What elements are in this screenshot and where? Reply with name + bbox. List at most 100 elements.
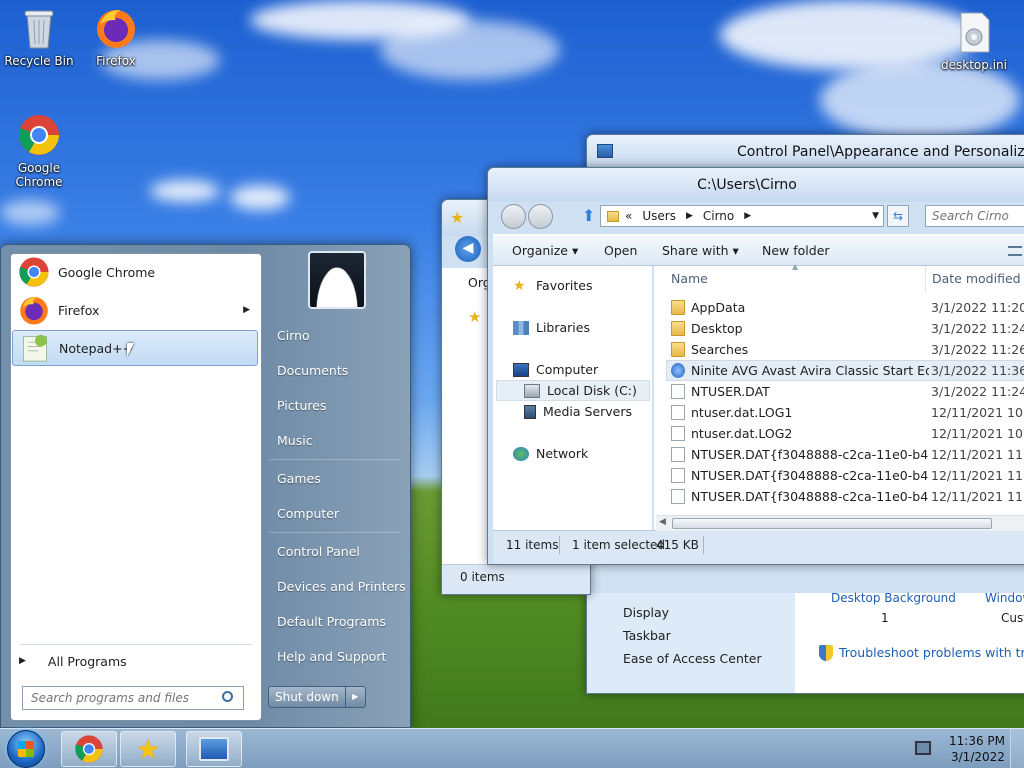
desktop-icon-chrome[interactable]: Google Chrome	[1, 113, 77, 189]
arrow-right-icon: ▶	[19, 656, 26, 666]
start-link-control-panel[interactable]: Control Panel	[277, 544, 360, 559]
folder-icon	[671, 300, 685, 315]
refresh-button[interactable]: ⇆	[887, 205, 909, 227]
share-with-menu[interactable]: Share with ▾	[662, 243, 739, 258]
user-avatar[interactable]	[308, 251, 366, 309]
cust-label: Cust	[1001, 611, 1024, 625]
taskbar-favorites-window[interactable]: ★	[120, 731, 176, 767]
taskbar-chrome[interactable]	[61, 731, 117, 767]
desktop-icon-label: Google Chrome	[15, 161, 63, 189]
desktop-icon-desktop-ini[interactable]: desktop.ini	[936, 10, 1012, 72]
shutdown-button[interactable]: Shut down	[268, 686, 346, 708]
back-button[interactable]	[501, 204, 526, 229]
nav-favorites[interactable]: ★ Favorites	[513, 278, 592, 293]
forward-button[interactable]	[528, 204, 553, 229]
breadcrumb-overflow[interactable]: «	[625, 209, 632, 223]
windows-logo-icon	[18, 741, 34, 757]
recycle-bin-icon	[24, 10, 54, 49]
sidebar-link-display[interactable]: Display	[623, 605, 669, 620]
view-options-icon[interactable]	[1008, 246, 1022, 256]
file-row[interactable]: NTUSER.DAT{f3048888-c2ca-11e0-b479-...12…	[671, 465, 1024, 486]
shutdown-options-arrow-icon[interactable]: ▶	[345, 686, 366, 708]
back-arrow-icon[interactable]: ◀	[455, 236, 481, 262]
start-search-input[interactable]	[22, 686, 244, 710]
start-link-pictures[interactable]: Pictures	[277, 398, 327, 413]
nav-buttons	[501, 204, 553, 229]
start-link-games[interactable]: Games	[277, 471, 321, 486]
desktop-icon-label: desktop.ini	[941, 58, 1007, 72]
desktop-background-link[interactable]: Desktop Background	[831, 591, 956, 605]
file-row[interactable]: Desktop3/1/2022 11:24 PM	[671, 318, 1024, 339]
shield-icon	[819, 645, 833, 661]
file-row[interactable]: NTUSER.DAT{f3048888-c2ca-11e0-b479-...12…	[671, 486, 1024, 507]
user-silhouette-icon	[316, 267, 358, 307]
file-row[interactable]: ntuser.dat.LOG212/11/2021 10:47	[671, 423, 1024, 444]
file-icon	[671, 447, 685, 462]
horizontal-scrollbar[interactable]: ◀	[656, 515, 1024, 531]
desktop-icon-firefox[interactable]: Firefox	[78, 6, 154, 68]
nav-libraries[interactable]: Libraries	[513, 320, 590, 335]
desktop-icon-recycle-bin[interactable]: Recycle Bin	[1, 6, 77, 68]
folder-icon	[671, 321, 685, 336]
start-program-chrome[interactable]: Google Chrome	[12, 254, 258, 290]
show-desktop-button[interactable]	[1010, 729, 1024, 768]
sidebar-link-ease-of-access[interactable]: Ease of Access Center	[623, 651, 762, 666]
file-icon	[671, 426, 685, 441]
selection-size: 415 KB	[656, 538, 699, 552]
start-link-user[interactable]: Cirno	[277, 328, 310, 343]
explorer-titlebar[interactable]: C:\Users\Cirno	[488, 168, 1024, 202]
nav-network[interactable]: Network	[513, 446, 588, 461]
submenu-arrow-icon[interactable]: ▶	[243, 305, 250, 315]
start-link-help-support[interactable]: Help and Support	[277, 649, 386, 664]
open-button[interactable]: Open	[604, 243, 637, 258]
breadcrumb-separator: ▶	[744, 211, 752, 221]
mouse-cursor-icon	[127, 343, 134, 357]
file-row[interactable]: Ninite AVG Avast Avira Classic Start Edg…	[671, 360, 1024, 381]
start-link-default-programs[interactable]: Default Programs	[277, 614, 386, 629]
start-link-music[interactable]: Music	[277, 433, 313, 448]
file-row[interactable]: NTUSER.DAT3/1/2022 11:24 PM	[671, 381, 1024, 402]
all-programs-button[interactable]: ▶ All Programs	[19, 650, 249, 672]
item-count: 11 items	[506, 538, 559, 552]
shutdown-button-group: Shut down ▶	[268, 686, 366, 708]
scroll-left-icon[interactable]: ◀	[659, 517, 666, 527]
control-panel-main	[795, 593, 1024, 693]
start-link-devices-printers[interactable]: Devices and Printers	[277, 579, 406, 594]
file-row[interactable]: Searches3/1/2022 11:26 PM	[671, 339, 1024, 360]
start-program-firefox[interactable]: Firefox ▶	[12, 292, 258, 328]
start-program-notepad-plus-plus[interactable]: Notepad++	[12, 330, 258, 366]
nav-computer[interactable]: Computer	[513, 362, 598, 377]
address-bar[interactable]: « Users ▶ Cirno ▶ ▼	[600, 205, 884, 227]
column-header-name[interactable]: Name	[671, 271, 708, 286]
up-arrow-icon[interactable]: ⬆	[582, 206, 595, 225]
scrollbar-thumb[interactable]	[672, 518, 992, 529]
file-row[interactable]: AppData3/1/2022 11:20 PM	[671, 297, 1024, 318]
clock-time[interactable]: 11:36 PM	[949, 734, 1005, 748]
troubleshoot-link[interactable]: Troubleshoot problems with transp	[839, 645, 1024, 660]
breadcrumb-cirno[interactable]: Cirno	[703, 209, 734, 223]
organize-menu[interactable]: Organize ▾	[512, 243, 578, 258]
new-folder-button[interactable]: New folder	[762, 243, 830, 258]
nav-media-servers[interactable]: Media Servers	[524, 404, 632, 419]
firefox-icon	[20, 296, 48, 325]
column-header-date-modified[interactable]: Date modified	[932, 271, 1021, 286]
start-link-computer[interactable]: Computer	[277, 506, 339, 521]
search-input[interactable]	[925, 205, 1024, 227]
control-panel-titlebar[interactable]: Control Panel\Appearance and Personaliza…	[587, 135, 1024, 169]
notepad-plus-plus-icon	[23, 334, 47, 362]
nav-local-disk[interactable]: Local Disk (C:)	[524, 383, 637, 398]
chrome-icon	[19, 257, 49, 287]
file-row[interactable]: NTUSER.DAT{f3048888-c2ca-11e0-b479-...12…	[671, 444, 1024, 465]
network-tray-icon[interactable]	[915, 741, 931, 755]
taskbar-control-panel[interactable]	[186, 731, 242, 767]
clock-date[interactable]: 3/1/2022	[951, 750, 1005, 764]
chevron-down-icon[interactable]: ▼	[872, 211, 879, 221]
firefox-icon	[97, 10, 135, 48]
window-link[interactable]: Window	[985, 591, 1024, 605]
folder-icon	[607, 210, 619, 222]
start-link-documents[interactable]: Documents	[277, 363, 348, 378]
breadcrumb-users[interactable]: Users	[642, 209, 676, 223]
sidebar-link-taskbar[interactable]: Taskbar	[623, 628, 671, 643]
star-icon: ★	[468, 308, 482, 326]
file-row[interactable]: ntuser.dat.LOG112/11/2021 10:47	[671, 402, 1024, 423]
